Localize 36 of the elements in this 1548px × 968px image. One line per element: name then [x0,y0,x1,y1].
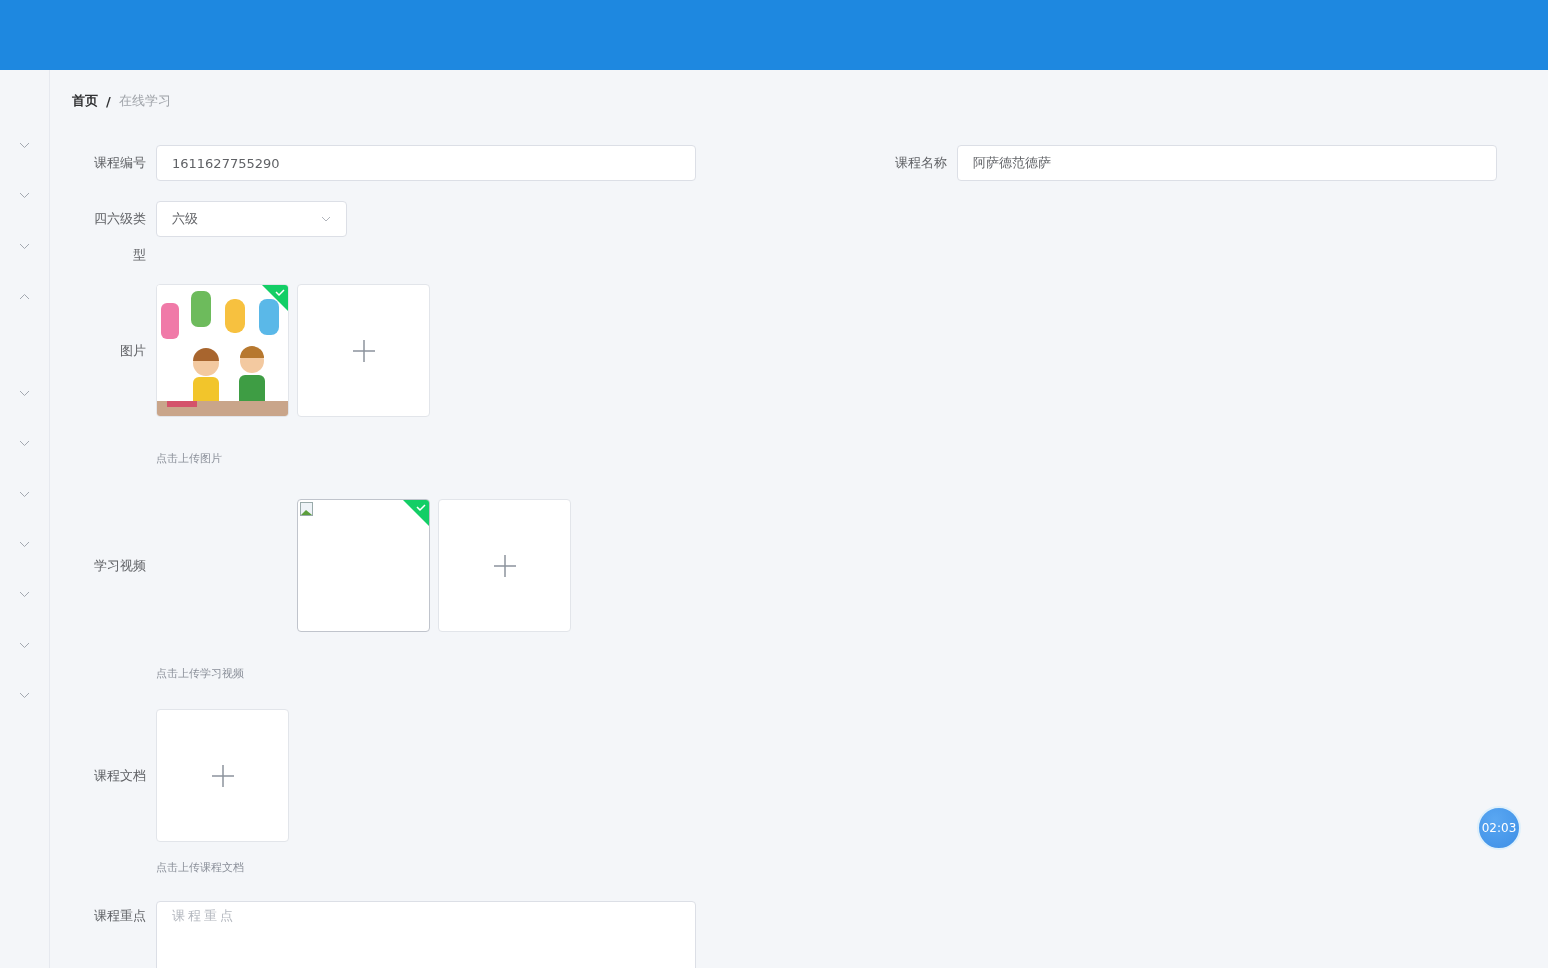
upload-hint: 点击上传课程文档 [156,860,245,875]
field-label: 课程重点 [94,907,146,925]
chevron-icon[interactable] [19,541,30,549]
upload-button[interactable] [156,709,289,842]
chevron-icon[interactable] [19,292,30,300]
field-label: 课程名称 [895,154,947,172]
chevron-icon[interactable] [19,641,30,649]
chevron-icon [321,216,331,222]
field-label: 四六级类型 [94,210,146,264]
breadcrumb-separator: / [106,93,111,109]
chevron-icon[interactable] [19,192,30,200]
text-field[interactable]: 阿萨德范德萨 [957,145,1497,181]
upload-button[interactable] [297,284,430,417]
field-label: 学习视频 [94,556,146,575]
plus-icon [211,764,234,787]
chevron-icon[interactable] [19,142,30,149]
chevron-icon[interactable] [19,490,30,498]
chevron-icon[interactable] [19,691,30,699]
timer-badge: 02:03 [1477,806,1521,850]
field-label: 图片 [119,341,146,360]
uploaded-file-card[interactable] [297,499,430,632]
chevron-icon[interactable] [19,591,30,599]
plus-icon [493,554,516,577]
text-field[interactable]: 1611627755290 [156,145,696,181]
chevron-icon[interactable] [19,390,30,398]
upload-button[interactable] [438,499,571,632]
select-field[interactable]: 六级 [156,201,347,237]
field-label: 课程文档 [94,766,146,785]
field-label: 课程编号 [94,154,146,172]
chevron-icon[interactable] [19,242,30,250]
upload-hint: 点击上传学习视频 [156,666,245,681]
plus-icon [352,339,375,362]
breadcrumb-link[interactable]: 首页 [72,92,98,110]
upload-hint: 点击上传图片 [156,451,223,466]
chevron-icon[interactable] [19,440,30,448]
broken-image-icon [300,502,314,516]
